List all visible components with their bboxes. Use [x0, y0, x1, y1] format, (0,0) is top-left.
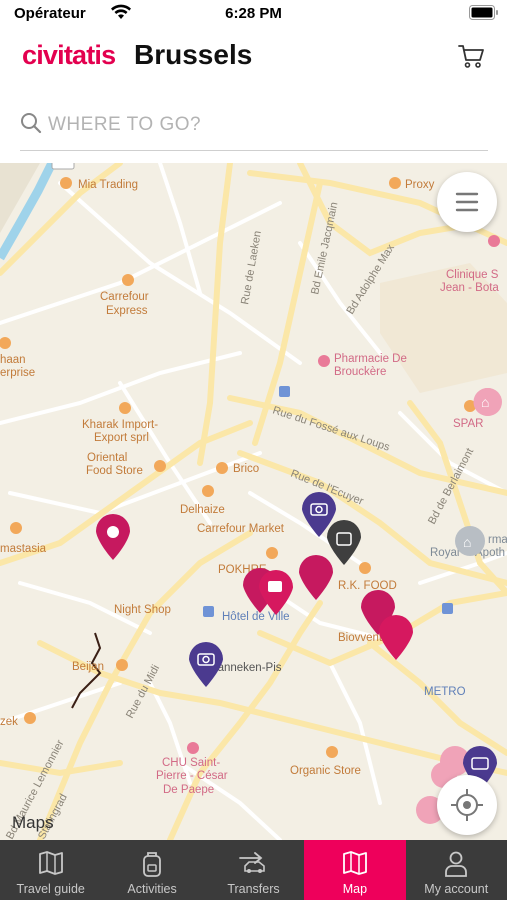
poi-label: Brico: [233, 463, 259, 475]
search-bar: [20, 104, 488, 151]
bottom-tab-bar: Travel guide Activities Transfers Map My…: [0, 840, 507, 900]
landmark-pin[interactable]: ⌂: [473, 388, 503, 416]
tab-my-account[interactable]: My account: [406, 840, 507, 900]
user-icon: [445, 851, 468, 877]
tab-activities[interactable]: Activities: [101, 840, 202, 900]
app-header: civitatis Brussels: [0, 36, 507, 80]
poi-label: Kharak Import-: [82, 419, 158, 431]
poi-label: Export sprl: [94, 432, 149, 444]
poi-label: SPAR: [453, 418, 483, 430]
poi-label: R.K. FOOD: [338, 580, 397, 592]
poi-label: Food Store: [86, 465, 143, 477]
poi-label: mastasia: [0, 543, 47, 555]
poi-label: Pierre - César: [156, 770, 228, 782]
poi-label: CHU Saint-: [162, 757, 220, 769]
poi-label: erprise: [0, 367, 35, 379]
tab-label: My account: [424, 882, 489, 896]
poi-label: METRO: [424, 686, 466, 698]
battery-icon: [469, 5, 498, 20]
map-attribution: Maps: [12, 813, 54, 832]
poi-label: Mia Trading: [78, 179, 138, 191]
cart-icon[interactable]: [457, 42, 485, 70]
poi-label: Brouckère: [334, 366, 386, 378]
poi-label: rma: [488, 534, 507, 546]
poi-label: Oriental: [87, 452, 127, 464]
transfer-car-icon: [239, 852, 266, 873]
tab-label: Travel guide: [16, 882, 85, 896]
backpack-icon: [143, 852, 161, 877]
menu-icon: [455, 192, 479, 212]
poi-label: Delhaize: [180, 504, 225, 516]
tab-map[interactable]: Map: [304, 840, 406, 900]
poi-label: haan: [0, 354, 26, 366]
map-menu-button[interactable]: [437, 172, 497, 232]
tab-label: Activities: [127, 882, 177, 896]
brand-logo[interactable]: civitatis: [22, 40, 116, 71]
search-input[interactable]: [46, 108, 480, 142]
poi-label: Clinique S: [446, 269, 499, 281]
tab-transfers[interactable]: Transfers: [203, 840, 304, 900]
poi-label: Beijan: [72, 661, 104, 673]
poi-label: Proxy: [405, 179, 435, 191]
tab-label: Map: [342, 882, 368, 896]
poi-label: zek: [0, 716, 18, 728]
my-location-button[interactable]: [437, 775, 497, 835]
map-icon: [342, 851, 367, 875]
status-bar: Opérateur 6:28 PM: [0, 0, 507, 26]
poi-label: Night Shop: [114, 604, 171, 616]
poi-label: Carrefour Market: [197, 523, 285, 535]
map-book-icon: [38, 851, 63, 875]
poi-label: Carrefour: [100, 291, 149, 303]
poi-label: Jean - Bota: [440, 282, 499, 294]
map-view[interactable]: Rue de Laeken Bd Emile Jacqmain Bd Adolp…: [0, 163, 507, 840]
crosshair-icon: [451, 789, 483, 821]
map-canvas[interactable]: Rue de Laeken Bd Emile Jacqmain Bd Adolp…: [0, 163, 507, 840]
poi-label: Express: [106, 305, 148, 317]
map-glyph: ⌂: [463, 534, 471, 550]
page-title: Brussels: [134, 39, 253, 70]
poi-label: Hôtel de Ville: [222, 611, 290, 623]
map-glyph: ⌂: [481, 394, 489, 410]
poi-label: Royal: [430, 547, 459, 559]
poi-label: De Paepe: [163, 784, 214, 796]
poi-label: Pharmacie De: [334, 353, 407, 365]
poi-label: Organic Store: [290, 765, 361, 777]
tab-label: Transfers: [227, 882, 280, 896]
clock: 6:28 PM: [225, 5, 282, 22]
tab-travel-guide[interactable]: Travel guide: [0, 840, 101, 900]
search-icon: [21, 113, 42, 134]
